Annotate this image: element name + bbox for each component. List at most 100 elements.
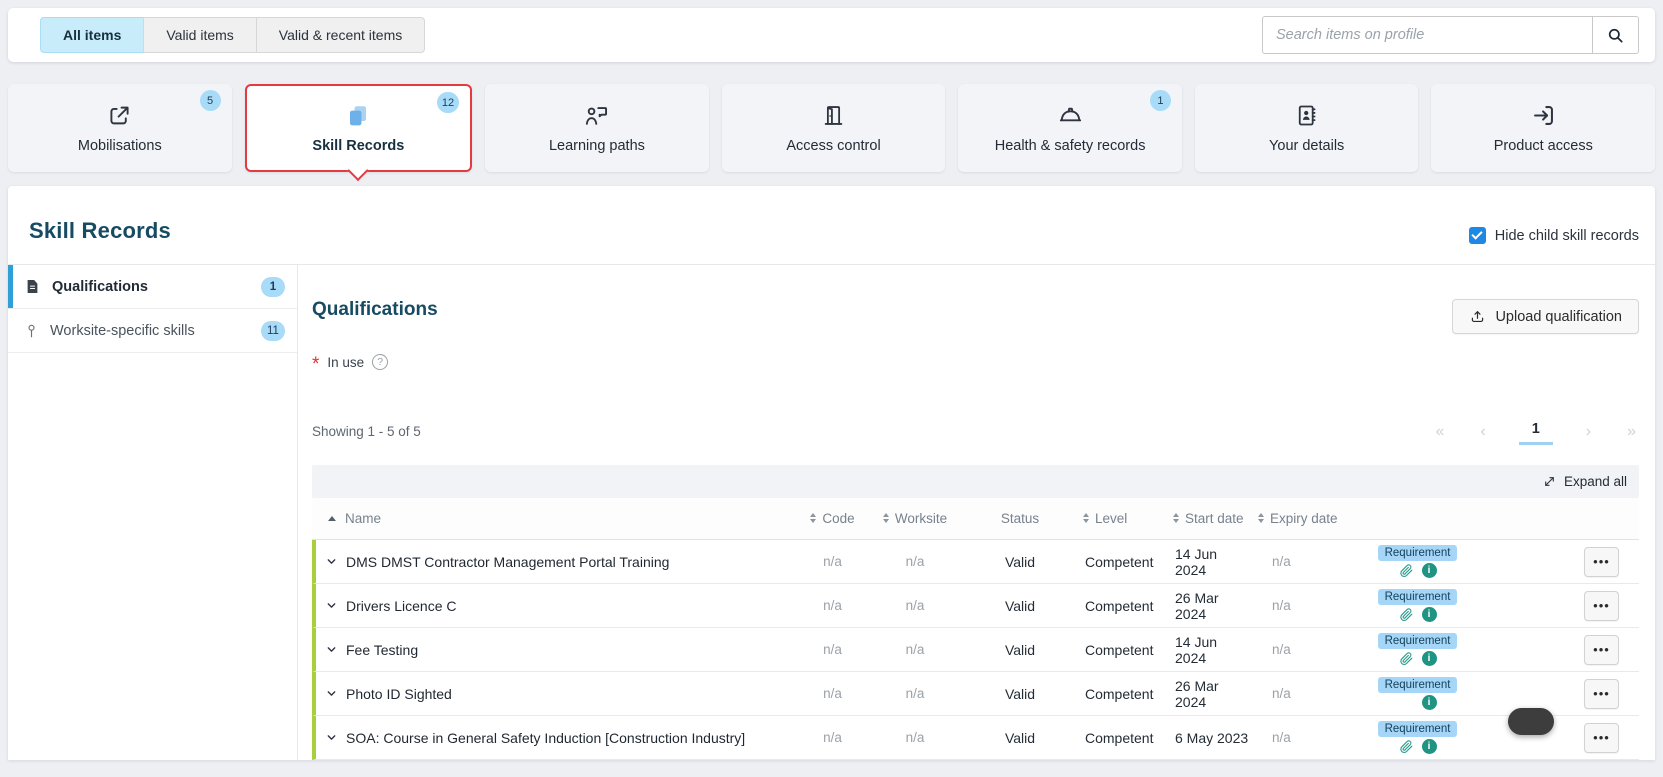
chevron-down-icon[interactable]	[326, 600, 337, 611]
skill-records-panel: Skill Records Hide child skill records Q…	[8, 186, 1655, 760]
skill-name[interactable]: Drivers Licence C	[346, 598, 456, 614]
skill-expiry-date: n/a	[1272, 730, 1291, 745]
nav-card-skill-records[interactable]: 12 Skill Records	[244, 84, 473, 172]
info-icon[interactable]	[1421, 695, 1437, 710]
required-asterisk: *	[312, 354, 320, 376]
sort-asc-icon	[328, 515, 336, 521]
skill-expiry-date: n/a	[1272, 554, 1291, 569]
row-name-cell: Photo ID Sighted	[316, 686, 800, 702]
row-name-cell: Fee Testing	[316, 642, 800, 658]
chevron-down-icon[interactable]	[326, 556, 337, 567]
chevron-down-icon[interactable]	[326, 688, 337, 699]
attachment-icon[interactable]	[1399, 651, 1414, 666]
skill-worksite: n/a	[905, 554, 925, 569]
more-options-button[interactable]	[1584, 546, 1619, 577]
search-input[interactable]	[1262, 16, 1592, 54]
skill-tags-cell: Requirement	[1340, 588, 1495, 623]
expand-all-button[interactable]: Expand all	[1564, 474, 1627, 489]
skill-expiry-date: n/a	[1272, 642, 1291, 657]
column-header-name[interactable]: Name	[316, 511, 800, 526]
nav-card-mobilisations[interactable]: 5 Mobilisations	[8, 84, 232, 172]
row-name-cell: SOA: Course in General Safety Induction …	[316, 730, 800, 746]
skill-expiry-date: n/a	[1272, 686, 1291, 701]
nav-card-learning-paths[interactable]: Learning paths	[485, 84, 709, 172]
upload-qualification-button[interactable]: Upload qualification	[1452, 299, 1639, 334]
column-header-level[interactable]: Level	[1075, 511, 1165, 526]
row-name-cell: Drivers Licence C	[316, 598, 800, 614]
nav-cards: 5 Mobilisations 12 Skill Records Learnin…	[8, 84, 1656, 172]
sort-icon	[1173, 513, 1179, 524]
info-icon[interactable]	[1421, 739, 1437, 754]
nav-card-access-control[interactable]: Access control	[721, 84, 946, 172]
nav-card-your-details[interactable]: Your details	[1194, 84, 1419, 172]
info-icon[interactable]	[1421, 651, 1437, 666]
info-icon[interactable]	[1421, 563, 1437, 578]
skill-code: n/a	[823, 598, 842, 613]
more-options-button[interactable]	[1584, 678, 1619, 709]
attachment-icon[interactable]	[1399, 607, 1414, 622]
help-icon[interactable]	[372, 354, 389, 371]
column-header-expiry-date[interactable]: Expiry date	[1250, 511, 1340, 526]
table-row: Photo ID Sighted n/a n/a Valid Competent…	[312, 672, 1639, 716]
chevron-down-icon[interactable]	[326, 644, 337, 655]
sidebar-item-label: Worksite-specific skills	[50, 322, 195, 339]
chevron-down-icon[interactable]	[326, 732, 337, 743]
nav-card-health-safety[interactable]: 1 Health & safety records	[958, 84, 1182, 172]
skill-name[interactable]: DMS DMST Contractor Management Portal Tr…	[346, 554, 669, 570]
more-options-button[interactable]	[1584, 722, 1619, 753]
in-use-label: In use	[327, 354, 365, 370]
skill-tags-cell: Requirement	[1340, 544, 1495, 579]
requirement-badge: Requirement	[1377, 720, 1458, 737]
first-page-button[interactable]: «	[1432, 423, 1447, 441]
sort-icon	[882, 513, 889, 524]
sidebar-item-qualifications[interactable]: Qualifications 1	[8, 265, 297, 309]
attachment-icon[interactable]	[1399, 563, 1414, 578]
document-icon	[26, 279, 39, 294]
hide-child-checkbox[interactable]	[1468, 227, 1486, 244]
column-header-worksite[interactable]: Worksite	[865, 511, 965, 526]
qualifications-main: Qualifications Upload qualification * In…	[298, 265, 1655, 760]
skill-name[interactable]: Photo ID Sighted	[346, 686, 452, 702]
sidebar-item-worksite-skills[interactable]: Worksite-specific skills 11	[8, 309, 297, 353]
tab-valid-recent-items[interactable]: Valid & recent items	[255, 17, 426, 53]
count-badge: 12	[436, 92, 460, 113]
skill-level: Competent	[1085, 729, 1154, 746]
nav-card-product-access[interactable]: Product access	[1431, 84, 1656, 172]
tab-valid-items[interactable]: Valid items	[143, 17, 257, 53]
door-icon	[820, 102, 847, 129]
column-header-status: Status	[965, 511, 1075, 526]
skill-level: Competent	[1085, 597, 1154, 614]
documents-icon	[345, 103, 371, 129]
last-page-button[interactable]: »	[1624, 423, 1639, 441]
column-header-start-date[interactable]: Start date	[1165, 511, 1250, 526]
skill-code: n/a	[823, 686, 842, 701]
expand-all-icon	[1543, 475, 1556, 488]
search-button[interactable]	[1592, 16, 1639, 54]
more-options-button[interactable]	[1584, 590, 1619, 621]
prev-page-button[interactable]: ‹	[1477, 423, 1488, 441]
column-label: Status	[1000, 510, 1040, 526]
column-label: Code	[822, 510, 855, 526]
skill-start-date: 26 Mar 2024	[1175, 589, 1219, 622]
tab-all-items[interactable]: All items	[40, 17, 145, 53]
nav-card-label: Learning paths	[548, 138, 645, 154]
column-header-code[interactable]: Code	[800, 511, 865, 526]
next-page-button[interactable]: ›	[1583, 423, 1594, 441]
hide-child-control: Hide child skill records	[1468, 227, 1639, 244]
skill-name[interactable]: Fee Testing	[346, 642, 418, 658]
pin-icon	[26, 323, 37, 338]
chat-widget-button[interactable]	[1508, 708, 1554, 735]
skill-code: n/a	[823, 554, 842, 569]
more-options-button[interactable]	[1584, 634, 1619, 665]
skill-name[interactable]: SOA: Course in General Safety Induction …	[346, 730, 745, 746]
column-label: Expiry date	[1270, 510, 1338, 526]
top-toolbar: All items Valid items Valid & recent ite…	[8, 8, 1655, 62]
column-label: Name	[345, 510, 382, 526]
login-arrow-icon	[1530, 102, 1557, 129]
page-number[interactable]: 1	[1518, 418, 1553, 446]
attachment-icon[interactable]	[1399, 739, 1414, 754]
table-row: Drivers Licence C n/a n/a Valid Competen…	[312, 584, 1639, 628]
column-label: Worksite	[894, 510, 948, 526]
info-icon[interactable]	[1421, 607, 1437, 622]
skill-worksite: n/a	[905, 642, 925, 657]
